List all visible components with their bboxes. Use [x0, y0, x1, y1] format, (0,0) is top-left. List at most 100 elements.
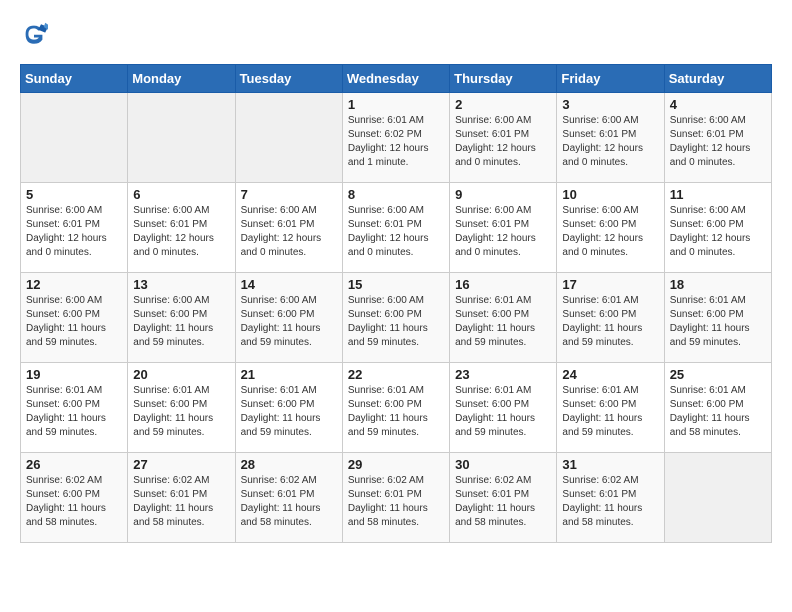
day-info: Sunrise: 6:01 AM Sunset: 6:00 PM Dayligh… — [241, 384, 338, 440]
calendar-cell: 27Sunrise: 6:02 AM Sunset: 6:01 PM Dayli… — [128, 453, 235, 543]
calendar-table: SundayMondayTuesdayWednesdayThursdayFrid… — [20, 64, 772, 543]
calendar-cell: 17 Sunrise: 6:01 AM Sunset: 6:00 PM Dayli… — [557, 273, 664, 363]
calendar-cell — [21, 93, 128, 183]
day-info: Sunrise: 6:02 AM Sunset: 6:00 PM Dayligh… — [26, 474, 123, 530]
day-number: 2 — [455, 97, 552, 112]
day-info: Sunrise: 6:02 AM Sunset: 6:01 PM Dayligh… — [241, 474, 338, 530]
day-number: 3 — [562, 97, 659, 112]
calendar-cell: 8Sunrise: 6:00 AM Sunset: 6:01 PM Daylig… — [342, 183, 449, 273]
day-number: 12 — [26, 277, 123, 292]
day-number: 29 — [348, 457, 445, 472]
calendar-cell: 2 Sunrise: 6:00 AM Sunset: 6:01 PM Daylig… — [450, 93, 557, 183]
calendar-week-row: 26 Sunrise: 6:02 AM Sunset: 6:00 PM Dayli… — [21, 453, 772, 543]
calendar-cell: 16 Sunrise: 6:01 AM Sunset: 6:00 PM Dayli… — [450, 273, 557, 363]
day-info: Sunrise: 6:01 AM Sunset: 6:00 PM Dayligh… — [455, 384, 552, 440]
day-info: Sunrise: 6:01 AM Sunset: 6:00 PM Dayligh… — [670, 384, 767, 440]
day-number: 6 — [133, 187, 230, 202]
day-number: 26 — [26, 457, 123, 472]
day-number: 10 — [562, 187, 659, 202]
day-info: Sunrise: 6:02 AM Sunset: 6:01 PM Dayligh… — [348, 474, 445, 530]
weekday-header: Thursday — [450, 65, 557, 93]
day-info: Sunrise: 6:00 AM Sunset: 6:01 PM Dayligh… — [562, 114, 659, 170]
day-info: Sunrise: 6:02 AM Sunset: 6:01 PM Dayligh… — [455, 474, 552, 530]
day-info: Sunrise: 6:00 AM Sunset: 6:01 PM Dayligh… — [241, 204, 338, 260]
calendar-cell — [664, 453, 771, 543]
calendar-cell: 11 Sunrise: 6:00 AM Sunset: 6:00 PM Dayli… — [664, 183, 771, 273]
day-number: 23 — [455, 367, 552, 382]
calendar-cell: 3 Sunrise: 6:00 AM Sunset: 6:01 PM Daylig… — [557, 93, 664, 183]
calendar-cell: 15 Sunrise: 6:00 AM Sunset: 6:00 PM Dayli… — [342, 273, 449, 363]
calendar-cell: 7Sunrise: 6:00 AM Sunset: 6:01 PM Daylig… — [235, 183, 342, 273]
day-info: Sunrise: 6:00 AM Sunset: 6:01 PM Dayligh… — [455, 204, 552, 260]
calendar-cell: 5 Sunrise: 6:00 AM Sunset: 6:01 PM Daylig… — [21, 183, 128, 273]
calendar-cell: 29 Sunrise: 6:02 AM Sunset: 6:01 PM Dayli… — [342, 453, 449, 543]
day-info: Sunrise: 6:02 AM Sunset: 6:01 PM Dayligh… — [133, 474, 230, 530]
day-number: 28 — [241, 457, 338, 472]
day-info: Sunrise: 6:01 AM Sunset: 6:00 PM Dayligh… — [455, 294, 552, 350]
calendar-cell: 12 Sunrise: 6:00 AM Sunset: 6:00 PM Dayli… — [21, 273, 128, 363]
day-info: Sunrise: 6:00 AM Sunset: 6:00 PM Dayligh… — [348, 294, 445, 350]
day-info: Sunrise: 6:01 AM Sunset: 6:00 PM Dayligh… — [562, 294, 659, 350]
day-number: 14 — [241, 277, 338, 292]
weekday-header: Sunday — [21, 65, 128, 93]
day-info: Sunrise: 6:00 AM Sunset: 6:00 PM Dayligh… — [670, 204, 767, 260]
day-info: Sunrise: 6:00 AM Sunset: 6:00 PM Dayligh… — [26, 294, 123, 350]
day-info: Sunrise: 6:00 AM Sunset: 6:01 PM Dayligh… — [670, 114, 767, 170]
day-number: 11 — [670, 187, 767, 202]
day-info: Sunrise: 6:00 AM Sunset: 6:00 PM Dayligh… — [133, 294, 230, 350]
page-header — [20, 20, 772, 48]
calendar-cell: 1Sunrise: 6:01 AM Sunset: 6:02 PM Daylig… — [342, 93, 449, 183]
day-info: Sunrise: 6:00 AM Sunset: 6:00 PM Dayligh… — [241, 294, 338, 350]
day-info: Sunrise: 6:00 AM Sunset: 6:01 PM Dayligh… — [455, 114, 552, 170]
calendar-week-row: 12 Sunrise: 6:00 AM Sunset: 6:00 PM Dayli… — [21, 273, 772, 363]
calendar-cell: 18 Sunrise: 6:01 AM Sunset: 6:00 PM Dayli… — [664, 273, 771, 363]
day-info: Sunrise: 6:01 AM Sunset: 6:00 PM Dayligh… — [348, 384, 445, 440]
calendar-cell: 10 Sunrise: 6:00 AM Sunset: 6:00 PM Dayli… — [557, 183, 664, 273]
day-number: 17 — [562, 277, 659, 292]
logo-icon — [20, 20, 48, 48]
weekday-header: Wednesday — [342, 65, 449, 93]
day-info: Sunrise: 6:00 AM Sunset: 6:00 PM Dayligh… — [562, 204, 659, 260]
day-info: Sunrise: 6:01 AM Sunset: 6:00 PM Dayligh… — [26, 384, 123, 440]
calendar-cell: 14 Sunrise: 6:00 AM Sunset: 6:00 PM Dayli… — [235, 273, 342, 363]
weekday-header: Tuesday — [235, 65, 342, 93]
day-number: 8 — [348, 187, 445, 202]
calendar-cell: 26 Sunrise: 6:02 AM Sunset: 6:00 PM Dayli… — [21, 453, 128, 543]
weekday-header: Monday — [128, 65, 235, 93]
day-number: 16 — [455, 277, 552, 292]
day-info: Sunrise: 6:01 AM Sunset: 6:00 PM Dayligh… — [133, 384, 230, 440]
calendar-cell: 23 Sunrise: 6:01 AM Sunset: 6:00 PM Dayli… — [450, 363, 557, 453]
day-number: 24 — [562, 367, 659, 382]
calendar-cell — [235, 93, 342, 183]
calendar-week-row: 1Sunrise: 6:01 AM Sunset: 6:02 PM Daylig… — [21, 93, 772, 183]
calendar-cell: 4Sunrise: 6:00 AM Sunset: 6:01 PM Daylig… — [664, 93, 771, 183]
day-number: 18 — [670, 277, 767, 292]
calendar-cell: 28 Sunrise: 6:02 AM Sunset: 6:01 PM Dayli… — [235, 453, 342, 543]
day-info: Sunrise: 6:00 AM Sunset: 6:01 PM Dayligh… — [26, 204, 123, 260]
day-number: 25 — [670, 367, 767, 382]
day-info: Sunrise: 6:01 AM Sunset: 6:00 PM Dayligh… — [670, 294, 767, 350]
day-number: 19 — [26, 367, 123, 382]
calendar-week-row: 5 Sunrise: 6:00 AM Sunset: 6:01 PM Daylig… — [21, 183, 772, 273]
day-number: 22 — [348, 367, 445, 382]
calendar-cell — [128, 93, 235, 183]
calendar-cell: 24 Sunrise: 6:01 AM Sunset: 6:00 PM Dayli… — [557, 363, 664, 453]
calendar-cell: 22 Sunrise: 6:01 AM Sunset: 6:00 PM Dayli… — [342, 363, 449, 453]
calendar-week-row: 19 Sunrise: 6:01 AM Sunset: 6:00 PM Dayli… — [21, 363, 772, 453]
day-number: 13 — [133, 277, 230, 292]
calendar-cell: 20 Sunrise: 6:01 AM Sunset: 6:00 PM Dayli… — [128, 363, 235, 453]
day-number: 1 — [348, 97, 445, 112]
weekday-header: Saturday — [664, 65, 771, 93]
day-info: Sunrise: 6:01 AM Sunset: 6:00 PM Dayligh… — [562, 384, 659, 440]
calendar-cell: 13 Sunrise: 6:00 AM Sunset: 6:00 PM Dayli… — [128, 273, 235, 363]
calendar-cell: 30 Sunrise: 6:02 AM Sunset: 6:01 PM Dayli… — [450, 453, 557, 543]
weekday-header: Friday — [557, 65, 664, 93]
calendar-cell: 21Sunrise: 6:01 AM Sunset: 6:00 PM Dayli… — [235, 363, 342, 453]
logo — [20, 20, 52, 48]
day-number: 30 — [455, 457, 552, 472]
day-number: 20 — [133, 367, 230, 382]
day-number: 15 — [348, 277, 445, 292]
day-number: 31 — [562, 457, 659, 472]
day-number: 5 — [26, 187, 123, 202]
weekday-header-row: SundayMondayTuesdayWednesdayThursdayFrid… — [21, 65, 772, 93]
